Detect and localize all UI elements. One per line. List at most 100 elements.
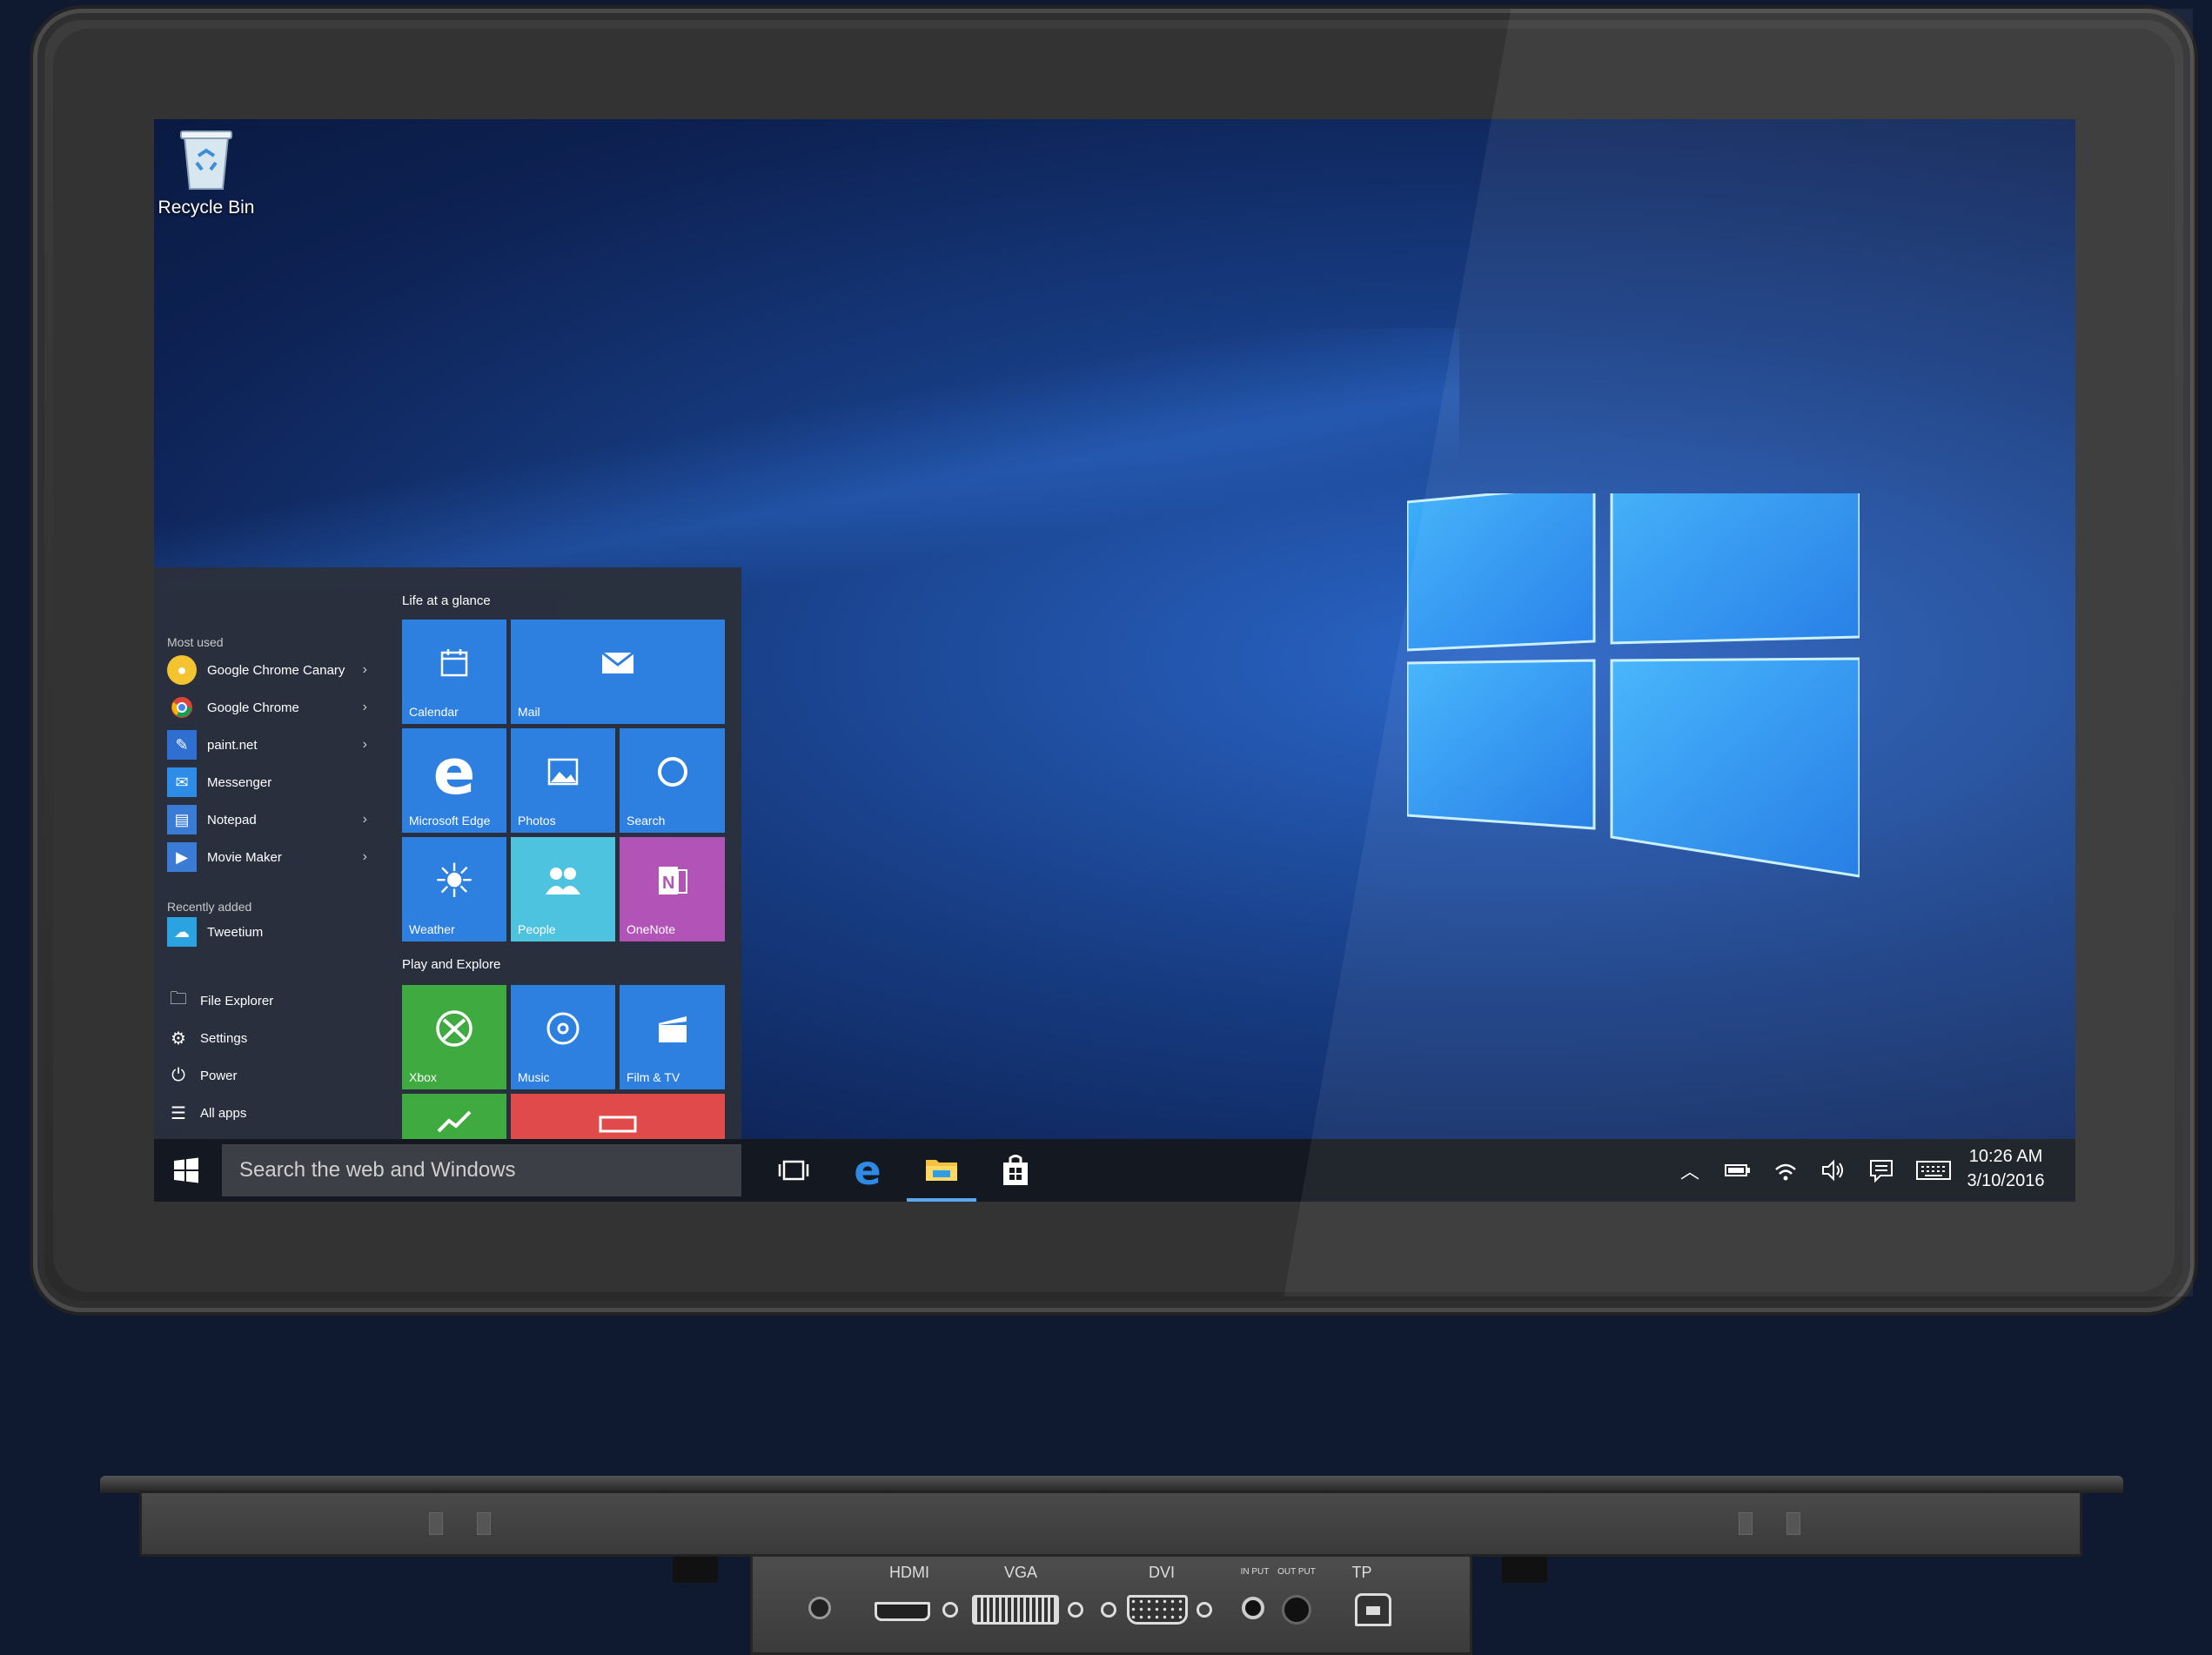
hdmi-port: [875, 1602, 930, 1621]
tile-label: People: [518, 922, 556, 936]
tile-onenote[interactable]: N OneNote: [620, 837, 725, 941]
edge-icon: e: [854, 1147, 881, 1194]
tile-people[interactable]: People: [511, 837, 615, 941]
audio-output-jack: [1282, 1595, 1311, 1625]
messenger-icon: ✉: [167, 767, 197, 797]
audio-input-jack: [1242, 1597, 1264, 1619]
recycle-bin[interactable]: Recycle Bin: [154, 128, 258, 218]
taskbar-search-box[interactable]: Search the web and Windows: [222, 1144, 741, 1196]
settings-item[interactable]: ⚙ Settings: [167, 1022, 376, 1054]
gear-icon: ⚙: [171, 1029, 186, 1049]
chevron-right-icon[interactable]: ›: [363, 812, 367, 828]
file-explorer-item[interactable]: 🗀 File Explorer: [167, 985, 376, 1016]
store-taskbar-button[interactable]: [981, 1139, 1050, 1202]
all-apps-item[interactable]: ☰ All apps: [167, 1097, 376, 1129]
app-item-tweetium[interactable]: ☁ Tweetium: [167, 916, 376, 948]
dvi-label: DVI: [1148, 1564, 1175, 1581]
app-item-label: Google Chrome Canary: [207, 662, 345, 678]
tile-label: Film & TV: [627, 1070, 680, 1084]
wifi-icon: [1775, 1163, 1796, 1181]
wifi-button[interactable]: [1764, 1139, 1807, 1202]
audio-output-label: OUT PUT: [1277, 1567, 1316, 1577]
app-item-paintnet[interactable]: ✎ paint.net ›: [167, 729, 376, 760]
app-item-messenger[interactable]: ✉ Messenger: [167, 767, 376, 798]
tile-label: Weather: [409, 922, 455, 936]
tile-xbox[interactable]: Xbox: [402, 985, 506, 1089]
clock-date: 3/10/2016: [1967, 1171, 2045, 1190]
touch-keyboard-button[interactable]: [1907, 1139, 1960, 1202]
tile-label: Search: [627, 814, 666, 828]
mounting-foot-right: [1502, 1557, 1547, 1583]
paintnet-icon: ✎: [167, 730, 197, 760]
tile-photos[interactable]: Photos: [511, 728, 615, 833]
folder-icon: 🗀: [170, 989, 187, 1008]
windows-logo-icon: [174, 1157, 198, 1183]
desktop-screen: Recycle Bin Most used ● Google Chrome Ca…: [154, 119, 2075, 1202]
vent-slot: [1739, 1512, 1753, 1535]
tile-edge[interactable]: e Microsoft Edge: [402, 728, 506, 833]
tile-label: OneNote: [627, 922, 676, 936]
tile-money[interactable]: [402, 1094, 506, 1146]
chevron-right-icon[interactable]: ›: [363, 737, 367, 753]
edge-taskbar-button[interactable]: e: [833, 1139, 902, 1202]
file-explorer-taskbar-button[interactable]: [907, 1139, 976, 1202]
onenote-icon: N: [620, 837, 725, 924]
app-item-chrome[interactable]: Google Chrome ›: [167, 692, 376, 723]
battery-button[interactable]: [1716, 1139, 1760, 1202]
vent-slot: [429, 1512, 443, 1535]
light-beams: [154, 328, 1459, 589]
chevron-right-icon[interactable]: ›: [363, 700, 367, 715]
photos-icon: [511, 728, 615, 815]
tile-label: Calendar: [409, 705, 459, 719]
task-view-button[interactable]: [759, 1139, 828, 1202]
cortana-icon: [620, 728, 725, 815]
music-disc-icon: [511, 985, 615, 1072]
tile-film-tv[interactable]: Film & TV: [620, 985, 725, 1089]
power-item[interactable]: ⏻ Power: [167, 1060, 376, 1091]
screw-post: [1196, 1602, 1212, 1618]
vga-port: [972, 1595, 1059, 1625]
screw-post: [1101, 1602, 1116, 1618]
tp-label: TP: [1351, 1564, 1372, 1581]
tile-weather[interactable]: ☀ Weather: [402, 837, 506, 941]
mail-icon: [511, 620, 725, 707]
tile-news[interactable]: [511, 1094, 725, 1146]
clapperboard-icon: [620, 985, 725, 1072]
start-button[interactable]: [154, 1139, 218, 1202]
power-icon: ⏻: [171, 1065, 185, 1085]
settings-label: Settings: [200, 1030, 248, 1046]
tile-search[interactable]: Search: [620, 728, 725, 833]
battery-icon: [1725, 1164, 1750, 1176]
xbox-icon: [402, 985, 506, 1072]
show-hidden-icons-button[interactable]: ︿: [1668, 1139, 1712, 1202]
app-item-notepad[interactable]: ▤ Notepad ›: [167, 804, 376, 835]
taskbar-clock[interactable]: 10:26 AM 3/10/2016: [1954, 1144, 2058, 1193]
app-item-movie-maker[interactable]: ▶ Movie Maker ›: [167, 841, 376, 873]
notification-icon: [1870, 1160, 1893, 1183]
tile-calendar[interactable]: Calendar: [402, 620, 506, 724]
tile-mail[interactable]: Mail: [511, 620, 725, 724]
chart-up-icon: [402, 1094, 506, 1146]
svg-text:N: N: [662, 874, 674, 893]
chevron-right-icon[interactable]: ›: [363, 662, 367, 678]
tile-label: Photos: [518, 814, 556, 828]
start-left-column: Most used ● Google Chrome Canary › Googl…: [154, 567, 380, 1202]
vent-slot: [1786, 1512, 1800, 1535]
news-icon: [511, 1094, 725, 1146]
clock-time: 10:26 AM: [1968, 1147, 2043, 1166]
file-explorer-label: File Explorer: [200, 993, 274, 1008]
all-apps-label: All apps: [200, 1105, 247, 1121]
app-item-label: Tweetium: [207, 924, 264, 940]
task-view-icon: [778, 1160, 809, 1181]
app-item-chrome-canary[interactable]: ● Google Chrome Canary ›: [167, 654, 376, 686]
tile-music[interactable]: Music: [511, 985, 615, 1089]
volume-button[interactable]: [1812, 1139, 1855, 1202]
usb-b-port: [1355, 1593, 1391, 1626]
app-item-label: Google Chrome: [207, 700, 299, 715]
recycle-bin-label: Recycle Bin: [158, 198, 255, 218]
speaker-icon: [1822, 1159, 1843, 1182]
keyboard-icon: [1916, 1161, 1951, 1180]
action-center-button[interactable]: [1860, 1139, 1903, 1202]
screw-post: [1068, 1602, 1083, 1618]
chevron-right-icon[interactable]: ›: [363, 849, 367, 865]
